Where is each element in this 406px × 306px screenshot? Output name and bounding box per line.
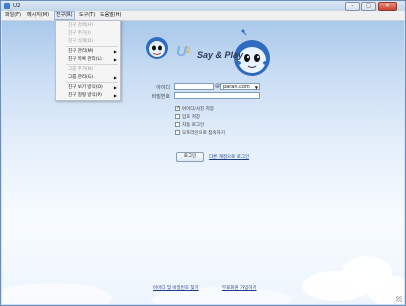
offline-login-label: 오프라인으로 접속하기 [182, 131, 225, 136]
menu-item-delete-friend[interactable]: 친구 삭제(D) [56, 38, 120, 45]
menu-file[interactable]: 파일(F) [4, 12, 22, 19]
menu-item-add-group[interactable]: 그룹 추가(N) [56, 66, 120, 73]
svg-text:2: 2 [186, 46, 191, 55]
menu-separator [66, 82, 118, 83]
close-button[interactable]: ✕ [378, 2, 397, 11]
offline-login-checkbox[interactable] [175, 130, 180, 135]
logo-tagline: Say & Play [197, 50, 244, 60]
app-window: U2 – □ ✕ 파일(F) 메시지(M) 친구(R) 도구(T) 도움말(H) [0, 0, 406, 306]
menu-item-label: 친구 정렬 방식(P) [68, 93, 102, 98]
chevron-right-icon: ▶ [113, 49, 117, 54]
auto-login-label: 자동 로그인 [182, 123, 205, 128]
menu-item-label: 그룹 관리(G) [68, 75, 93, 80]
save-password-checkbox[interactable] [175, 114, 180, 119]
menu-separator [66, 46, 118, 47]
menu-item-label: 친구 삭제(D) [68, 39, 93, 44]
chevron-right-icon: ▶ [113, 57, 117, 62]
save-id-label: 아이디/사진 저장 [182, 107, 214, 112]
menu-item-sort-mode[interactable]: 친구 정렬 방식(P) ▶ [56, 92, 120, 99]
chevron-right-icon: ▶ [113, 85, 117, 90]
chevron-right-icon: ▶ [113, 75, 117, 80]
id-label: 아이디 [156, 85, 170, 91]
domain-select[interactable]: paran.com ▼ [220, 83, 260, 90]
window-title: U2 [13, 3, 21, 9]
app-icon [4, 3, 10, 9]
menu-message[interactable]: 메시지(M) [26, 12, 50, 19]
other-account-link[interactable]: 다른 계정으로 로그인 [209, 154, 249, 160]
menu-item-label: 친구 목록 관리(L) [68, 57, 102, 62]
resize-grip[interactable] [396, 296, 402, 302]
cloud-decoration [2, 283, 112, 304]
menu-separator [66, 64, 118, 65]
title-bar[interactable]: U2 – □ ✕ [1, 1, 405, 11]
menu-item-manage-friend[interactable]: 친구 관리(M) ▶ [56, 48, 120, 55]
password-label: 비밀번호 [151, 94, 170, 100]
id-input[interactable] [174, 83, 214, 90]
menu-item-search-friend[interactable]: 친구 검색(H) [56, 22, 120, 29]
signup-link[interactable]: 무료회원 가입하기 [222, 285, 257, 291]
find-account-link[interactable]: 아이디 및 비밀번호 찾기 [153, 285, 199, 291]
menu-item-manage-group[interactable]: 그룹 관리(G) ▶ [56, 74, 120, 81]
menu-item-label: 친구 검색(H) [68, 23, 93, 28]
logo: U 2 Say & Play [142, 29, 272, 81]
menu-item-label: 친구 보기 방식(O) [68, 85, 103, 90]
password-input[interactable] [174, 92, 260, 99]
menu-friend[interactable]: 친구(R) [54, 11, 75, 20]
maximize-button[interactable]: □ [361, 2, 376, 11]
menu-item-manage-friend-list[interactable]: 친구 목록 관리(L) ▶ [56, 56, 120, 63]
login-button[interactable]: 로그인 [176, 152, 204, 162]
menu-item-label: 그룹 추가(N) [68, 67, 93, 72]
menu-item-label: 친구 관리(M) [68, 49, 94, 54]
friend-menu-dropdown: 친구 검색(H) 친구 추가(I) 친구 삭제(D) 친구 관리(M) ▶ 친구 … [55, 20, 121, 101]
minimize-button[interactable]: – [345, 2, 360, 11]
domain-value: paran.com [223, 84, 250, 90]
save-password-label: 암호 저장 [182, 115, 200, 120]
chevron-right-icon: ▶ [113, 93, 117, 98]
menu-tools[interactable]: 도구(T) [78, 12, 96, 19]
auto-login-checkbox[interactable] [175, 122, 180, 127]
save-id-checkbox[interactable] [175, 105, 180, 111]
menu-item-label: 친구 추가(I) [68, 31, 91, 36]
chevron-down-icon: ▼ [254, 85, 258, 90]
menu-item-add-friend[interactable]: 친구 추가(I) [56, 30, 120, 37]
menu-help[interactable]: 도움말(H) [99, 12, 122, 19]
menu-item-view-mode[interactable]: 친구 보기 방식(O) ▶ [56, 84, 120, 91]
